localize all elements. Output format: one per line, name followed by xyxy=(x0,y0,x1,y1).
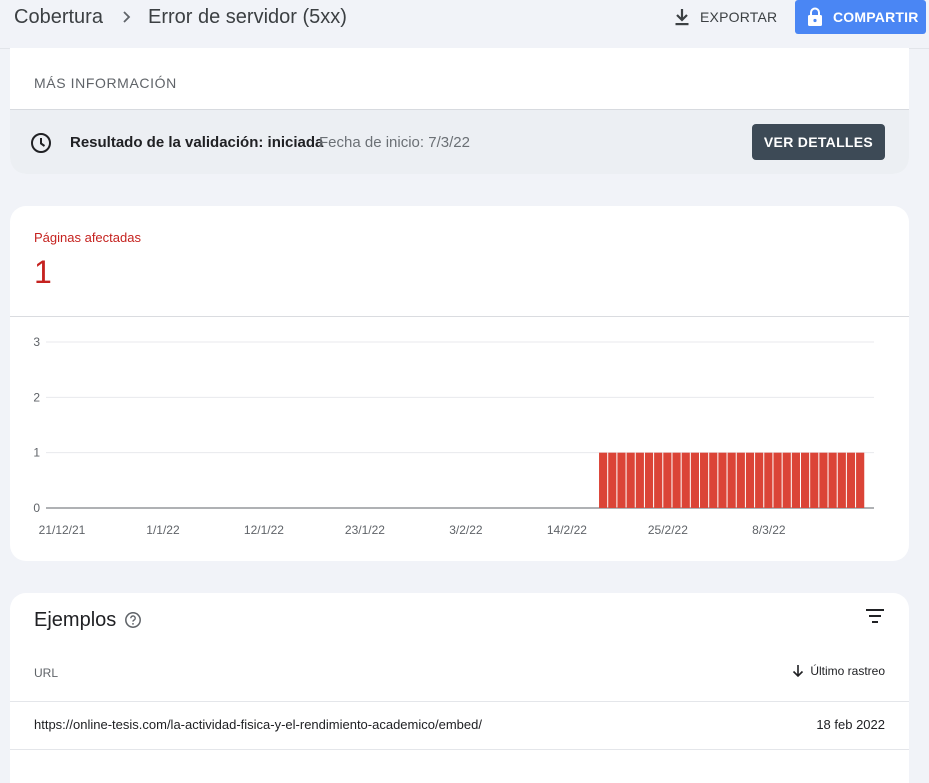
chart-bar[interactable] xyxy=(599,452,608,508)
arrow-down-icon xyxy=(793,665,804,678)
view-details-button[interactable]: VER DETALLES xyxy=(752,124,885,160)
chart-bar[interactable] xyxy=(846,452,856,508)
breadcrumb-coverage[interactable]: Cobertura xyxy=(14,6,103,29)
chart-bar[interactable] xyxy=(791,452,800,508)
examples-card: Ejemplos URL Último rastreo https://onli… xyxy=(10,593,909,783)
chart-bar[interactable] xyxy=(782,452,791,508)
page-title: Error de servidor (5xx) xyxy=(148,6,347,28)
last-crawl-label: Último rastreo xyxy=(810,664,885,678)
table-row-url[interactable]: https://online-tesis.com/la-actividad-fi… xyxy=(34,717,482,732)
chart-bar[interactable] xyxy=(755,452,764,508)
chart-bar[interactable] xyxy=(635,452,644,508)
column-header-url[interactable]: URL xyxy=(34,666,58,680)
chart-bar[interactable] xyxy=(718,452,727,508)
chart-bar[interactable] xyxy=(709,452,718,508)
chart-bar[interactable] xyxy=(681,452,690,508)
chart-bar[interactable] xyxy=(800,452,810,508)
x-tick-label: 25/2/22 xyxy=(648,523,688,537)
share-label: COMPARTIR xyxy=(833,9,919,25)
affected-pages-card: Páginas afectadas 1 0 1 2 3 21/12/21 1/1/22 12… xyxy=(10,206,909,561)
column-header-last-crawl[interactable]: Último rastreo xyxy=(792,664,885,678)
x-tick-label: 14/2/22 xyxy=(547,523,587,537)
y-tick-label: 1 xyxy=(33,446,40,460)
chart-bar[interactable] xyxy=(608,452,617,508)
lock-icon xyxy=(808,7,822,26)
x-tick-label: 21/12/21 xyxy=(39,523,86,537)
download-icon xyxy=(675,9,689,26)
info-card: MÁS INFORMACIÓN Resultado de la validaci… xyxy=(10,48,909,174)
y-tick-label: 0 xyxy=(33,501,40,515)
table-divider xyxy=(10,749,909,750)
export-button[interactable]: EXPORTAR xyxy=(674,4,777,30)
x-tick-label: 23/1/22 xyxy=(345,523,385,537)
x-tick-label: 1/1/22 xyxy=(146,523,180,537)
more-info-heading[interactable]: MÁS INFORMACIÓN xyxy=(34,75,177,91)
chart-bar[interactable] xyxy=(700,452,709,508)
chart-bar[interactable] xyxy=(773,452,782,508)
examples-title: Ejemplos xyxy=(34,609,117,631)
table-divider xyxy=(10,701,909,702)
y-tick-label: 3 xyxy=(33,335,40,349)
validation-banner: Resultado de la validación: iniciada Fec… xyxy=(10,109,909,174)
chart-bar[interactable] xyxy=(736,452,745,508)
chart-bar[interactable] xyxy=(745,452,755,508)
x-tick-label: 12/1/22 xyxy=(244,523,284,537)
chart-bar[interactable] xyxy=(654,452,663,508)
chart-bar[interactable] xyxy=(644,452,654,508)
x-tick-label: 8/3/22 xyxy=(752,523,786,537)
chevron-right-icon xyxy=(123,11,131,23)
chart-bar[interactable] xyxy=(617,452,626,508)
filter-icon[interactable] xyxy=(864,605,886,627)
share-button[interactable]: COMPARTIR xyxy=(795,0,926,34)
validation-status: Resultado de la validación: iniciada xyxy=(70,134,324,151)
chart-bar[interactable] xyxy=(672,452,681,508)
table-row-date: 18 feb 2022 xyxy=(816,717,885,732)
chart-bar[interactable] xyxy=(856,452,865,508)
x-tick-label: 3/2/22 xyxy=(449,523,483,537)
chart-bar[interactable] xyxy=(764,452,773,508)
chart-bar[interactable] xyxy=(626,452,635,508)
affected-pages-chart: 0 1 2 3 21/12/21 1/1/22 12/1/22 23/1/22 3/2/22 14… xyxy=(33,335,874,537)
top-bar: Cobertura Error de servidor (5xx) EXPORT… xyxy=(0,0,929,49)
chart-bar[interactable] xyxy=(663,452,672,508)
help-icon[interactable] xyxy=(124,611,142,629)
clock-icon xyxy=(31,133,51,153)
validation-start-date: Fecha de inicio: 7/3/22 xyxy=(319,134,470,151)
chart-bar[interactable] xyxy=(810,452,819,508)
chart-bar[interactable] xyxy=(690,452,700,508)
chart-bar[interactable] xyxy=(727,452,736,508)
export-label: EXPORTAR xyxy=(700,9,778,25)
chart-bar[interactable] xyxy=(828,452,837,508)
chart-bar[interactable] xyxy=(819,452,828,508)
chart-bar[interactable] xyxy=(837,452,846,508)
y-tick-label: 2 xyxy=(33,390,40,404)
